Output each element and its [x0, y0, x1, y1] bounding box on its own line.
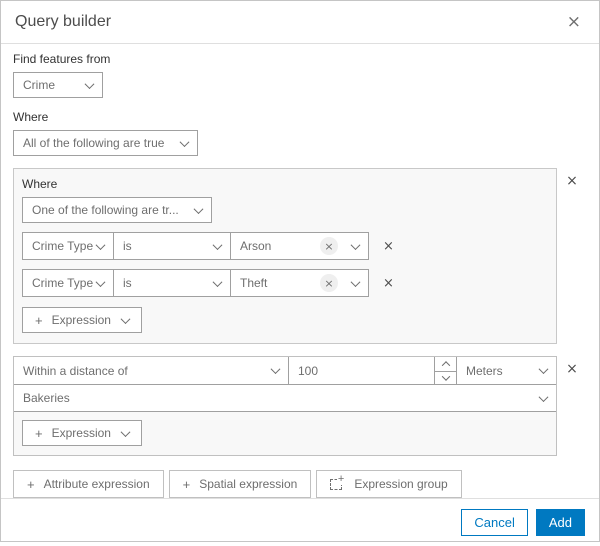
group-where-label: Where	[22, 177, 58, 191]
spatial-operator-value: Within a distance of	[23, 363, 128, 378]
dialog-title: Query builder	[15, 13, 112, 30]
query-builder-dialog: Query builder × Find features from Crime…	[0, 0, 600, 542]
spatial-group-row: Within a distance of Meters	[13, 356, 587, 456]
attribute-expression-label: Attribute expression	[43, 477, 150, 491]
distance-input[interactable]	[289, 357, 434, 384]
add-attribute-expression-button[interactable]: + Attribute expression	[13, 470, 164, 498]
plus-icon: +	[182, 476, 191, 492]
remove-condition-icon[interactable]: ×	[383, 276, 394, 291]
add-spatial-expression-button[interactable]: + Spatial expression	[168, 470, 312, 498]
chevron-down-icon	[350, 276, 361, 287]
chevron-down-icon	[95, 239, 106, 250]
add-button[interactable]: Add	[535, 509, 585, 536]
chevron-down-icon	[120, 313, 131, 324]
add-expression-label: Expression	[51, 426, 111, 440]
field-select[interactable]: Crime Type	[22, 269, 114, 297]
chevron-down-icon	[193, 203, 204, 214]
operator-select[interactable]: is	[113, 232, 231, 260]
chevron-down-icon	[179, 136, 190, 147]
chevron-down-icon	[350, 239, 361, 250]
condition-row: Crime Type is Arson × ×	[22, 232, 548, 260]
where-group: Where One of the following are tr... Cri…	[13, 168, 557, 344]
combinator-select-value: All of the following are true	[23, 136, 165, 150]
add-expression-button[interactable]: + Expression	[22, 307, 142, 333]
operator-select-value: is	[123, 276, 132, 290]
value-select[interactable]: Arson ×	[230, 232, 369, 260]
stepper-up-icon[interactable]	[435, 357, 456, 371]
stepper-down-icon[interactable]	[435, 370, 456, 384]
remove-group-icon[interactable]: ×	[557, 168, 587, 194]
field-select-value: Crime Type	[32, 239, 94, 253]
find-features-label: Find features from	[13, 52, 111, 66]
add-expression-group-button[interactable]: + Expression group	[316, 470, 462, 498]
distance-stepper	[434, 357, 456, 384]
expression-group-icon: +	[330, 474, 346, 491]
target-layer-value: Bakeries	[23, 391, 70, 405]
field-select[interactable]: Crime Type	[22, 232, 114, 260]
chevron-down-icon	[538, 364, 549, 375]
plus-icon: +	[35, 312, 43, 328]
layer-select-value: Crime	[23, 78, 55, 92]
chevron-down-icon	[270, 364, 281, 375]
plus-icon: +	[35, 425, 43, 441]
spatial-condition-row: Within a distance of Meters	[14, 357, 556, 385]
dialog-header: Query builder ×	[1, 1, 599, 44]
chevron-down-icon	[212, 239, 223, 250]
expression-group-label: Expression group	[354, 477, 448, 491]
distance-field-wrap	[288, 357, 456, 384]
clear-value-icon[interactable]: ×	[320, 274, 338, 292]
spatial-group-footer: + Expression	[14, 412, 556, 455]
dialog-footer: Cancel Add	[1, 498, 599, 546]
chevron-down-icon	[120, 426, 131, 437]
plus-icon: +	[27, 476, 35, 492]
chevron-down-icon	[84, 78, 95, 89]
clear-value-icon[interactable]: ×	[320, 237, 338, 255]
unit-select-value: Meters	[466, 363, 503, 378]
combinator-select[interactable]: All of the following are true	[13, 130, 198, 156]
add-expression-button[interactable]: + Expression	[22, 420, 142, 446]
value-select[interactable]: Theft ×	[230, 269, 369, 297]
condition-row: Crime Type is Theft × ×	[22, 269, 548, 297]
chevron-down-icon	[95, 276, 106, 287]
cancel-button[interactable]: Cancel	[461, 509, 528, 536]
spatial-group: Within a distance of Meters	[13, 356, 557, 456]
spatial-operator-select[interactable]: Within a distance of	[14, 357, 288, 384]
unit-select[interactable]: Meters	[456, 357, 556, 384]
value-select-value: Theft	[240, 276, 268, 290]
dialog-body: Find features from Crime Where All of th…	[1, 44, 599, 498]
close-icon[interactable]: ×	[563, 12, 585, 33]
chevron-down-icon	[212, 276, 223, 287]
value-select-value: Arson	[240, 239, 272, 253]
remove-condition-icon[interactable]: ×	[383, 239, 394, 254]
operator-select-value: is	[123, 239, 132, 253]
add-expression-label: Expression	[51, 313, 111, 327]
where-label: Where	[13, 110, 49, 124]
operator-select[interactable]: is	[113, 269, 231, 297]
remove-group-icon[interactable]: ×	[557, 356, 587, 382]
layer-select[interactable]: Crime	[13, 72, 103, 98]
chevron-down-icon	[538, 391, 549, 402]
spatial-expression-label: Spatial expression	[199, 477, 298, 491]
target-layer-select[interactable]: Bakeries	[14, 385, 556, 412]
field-select-value: Crime Type	[32, 276, 94, 290]
expression-actions: + Attribute expression + Spatial express…	[13, 470, 587, 498]
group-combinator-value: One of the following are tr...	[32, 203, 179, 217]
where-group-row: Where One of the following are tr... Cri…	[13, 168, 587, 344]
group-combinator-select[interactable]: One of the following are tr...	[22, 197, 212, 223]
